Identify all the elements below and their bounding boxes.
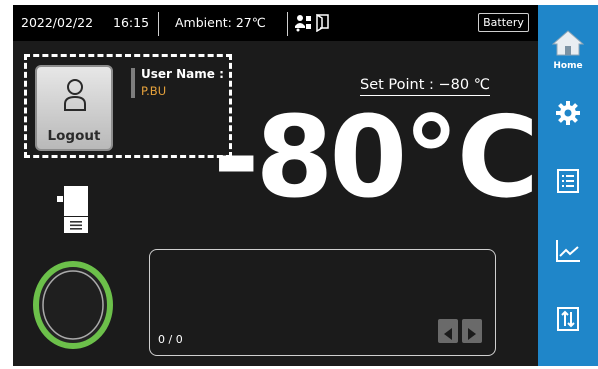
user-name-value: P.BU: [141, 84, 167, 98]
logout-button[interactable]: Logout: [35, 65, 113, 151]
battery-indicator: Battery: [478, 13, 529, 32]
freezer-icon: [56, 186, 90, 238]
status-ambient: Ambient: 27℃: [175, 15, 266, 30]
sidebar-list[interactable]: [538, 163, 598, 203]
user-name-marker: [131, 68, 135, 98]
sidebar-settings[interactable]: [538, 95, 598, 135]
status-divider: [287, 12, 288, 36]
arrow-right-icon: [467, 325, 477, 344]
status-ring-icon[interactable]: [31, 258, 115, 356]
sidebar-chart[interactable]: [538, 233, 598, 273]
status-date: 2022/02/22: [21, 15, 94, 30]
chart-icon: [555, 239, 581, 267]
logout-label: Logout: [47, 128, 101, 144]
user-name-label: User Name :: [141, 67, 224, 81]
door-icon: [315, 13, 330, 35]
list-icon: [556, 168, 580, 198]
next-button[interactable]: [462, 319, 482, 343]
user-key-icon: [295, 14, 312, 35]
user-icon: [63, 78, 87, 116]
sidebar-home-label: Home: [553, 60, 583, 71]
prev-button[interactable]: [438, 319, 458, 343]
sidebar-sort[interactable]: [538, 301, 598, 341]
status-time: 16:15: [113, 15, 150, 30]
home-icon: [551, 29, 585, 60]
sidebar-home[interactable]: Home: [538, 25, 598, 75]
arrow-left-icon: [443, 325, 453, 344]
message-counter: 0 / 0: [158, 333, 183, 346]
sort-icon: [556, 306, 580, 336]
status-bar: 2022/02/22 16:15 Ambient: 27℃ Battery: [13, 5, 538, 41]
sidebar: Home: [538, 5, 598, 366]
settings-icon: [555, 100, 581, 130]
current-temperature: -80℃: [213, 93, 539, 223]
status-divider: [158, 12, 159, 36]
